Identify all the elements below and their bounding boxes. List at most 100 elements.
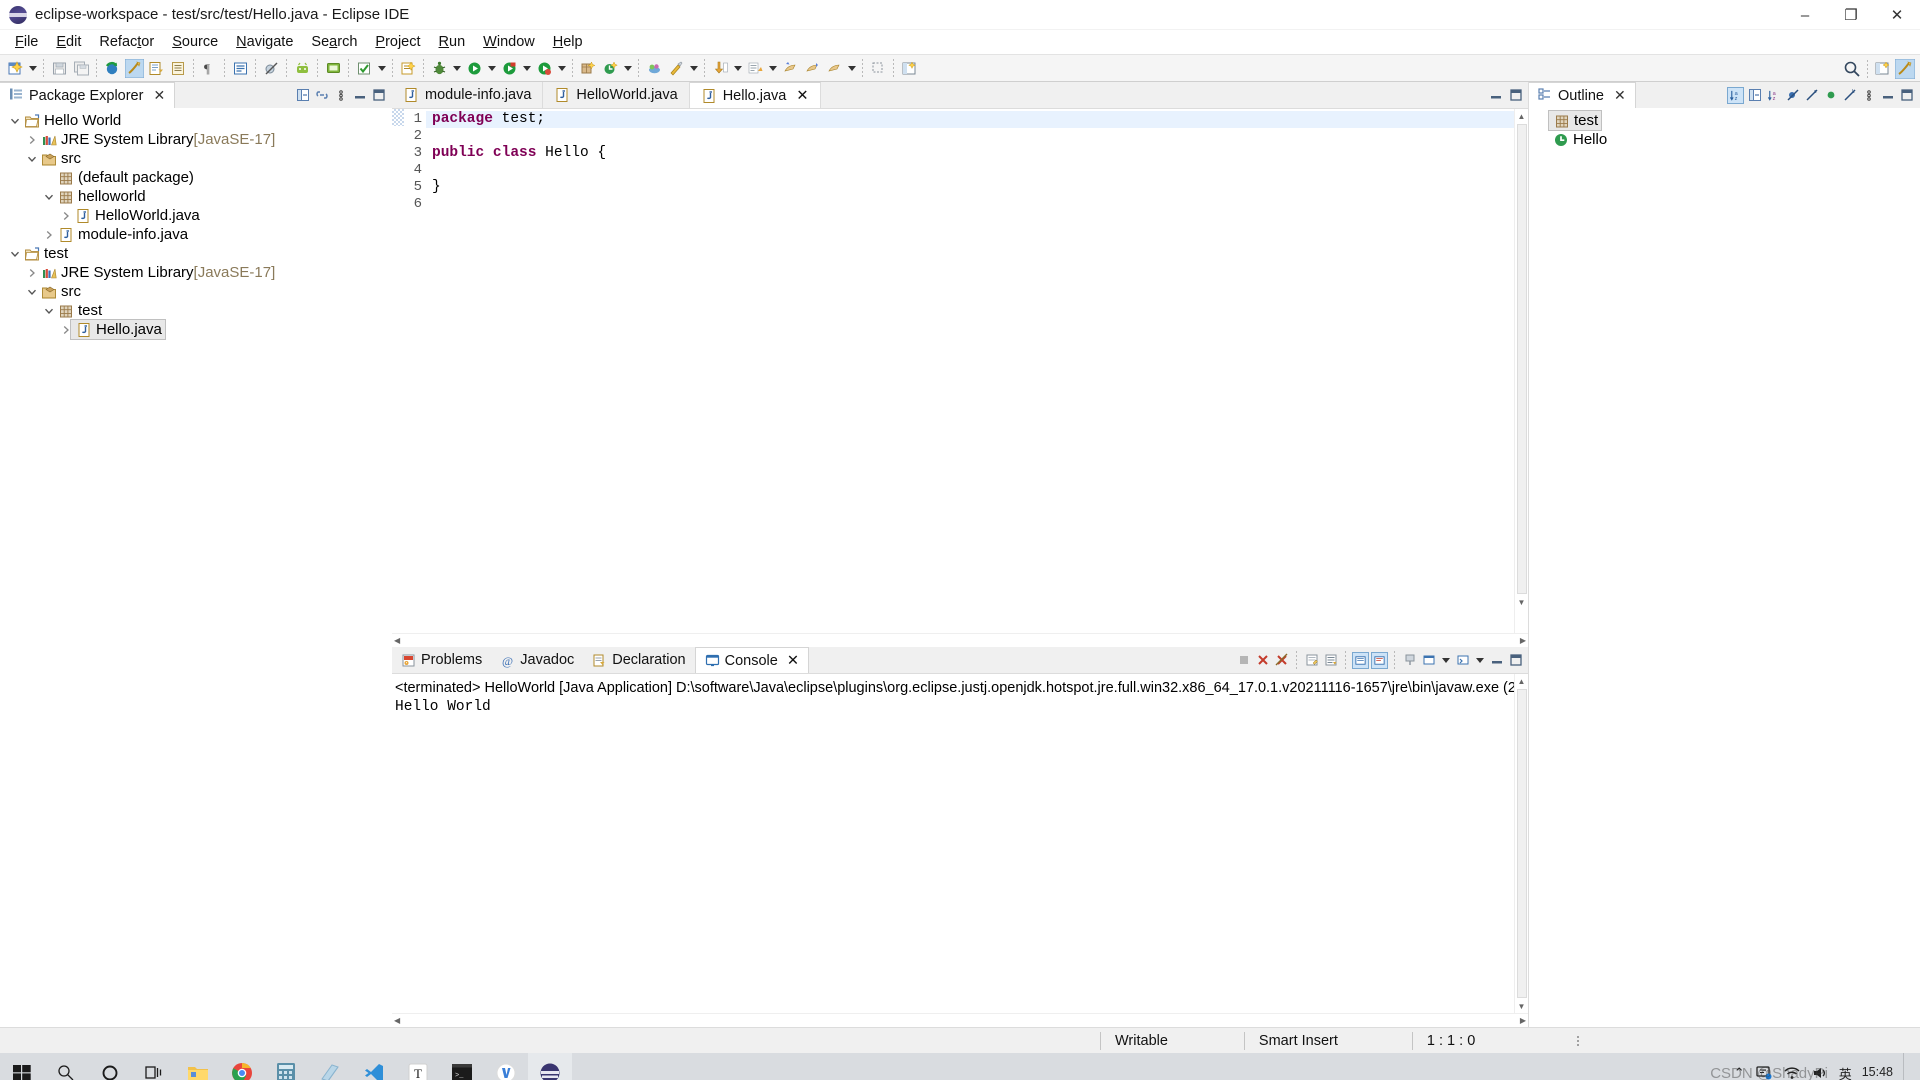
calculator-icon[interactable] (264, 1053, 308, 1080)
console-horizontal-scrollbar[interactable]: ◀ ▶ (392, 1013, 1528, 1027)
show-hidden-icons-icon[interactable]: ⌃ (1734, 1065, 1745, 1080)
scroll-lock-icon[interactable] (1322, 652, 1339, 669)
menu-file[interactable]: File (6, 32, 47, 52)
maximize-editor-icon[interactable] (1507, 87, 1524, 104)
cortana-circle-icon[interactable] (88, 1053, 132, 1080)
skip-breakpoints-icon[interactable] (260, 57, 282, 79)
back-icon[interactable] (823, 57, 845, 79)
close-icon[interactable]: ✕ (153, 87, 165, 104)
java-perspective-icon[interactable] (123, 57, 145, 79)
wifi-icon[interactable] (1783, 1065, 1801, 1080)
open-perspective-right-icon[interactable] (1872, 58, 1894, 80)
tree-item-jre-system-library[interactable]: JRE System Library [JavaSE-17] (0, 130, 392, 149)
terminate-icon[interactable] (1235, 652, 1252, 669)
close-icon[interactable]: ✕ (1614, 87, 1626, 104)
hide-nonpublic-icon[interactable] (1822, 87, 1839, 104)
chrome-icon[interactable] (220, 1053, 264, 1080)
bottom-tab-console[interactable]: Console✕ (695, 647, 809, 673)
remove-launch-icon[interactable] (1254, 652, 1271, 669)
chevron-down-icon[interactable] (8, 111, 22, 130)
selected-outline-node[interactable]: test (1548, 110, 1602, 131)
bottom-tab-javadoc[interactable]: @Javadoc (491, 647, 583, 673)
menu-search[interactable]: Search (302, 32, 366, 52)
clear-console-icon[interactable] (1303, 652, 1320, 669)
tree-node-content[interactable]: (default package) (56, 168, 194, 187)
clock[interactable]: 15:48 (1862, 1066, 1893, 1079)
outline-node-content[interactable]: Hello (1551, 130, 1607, 149)
volume-icon[interactable] (1811, 1065, 1829, 1080)
collapse-all-icon[interactable] (294, 87, 311, 104)
previous-annotation-dropdown[interactable] (766, 57, 779, 79)
typora-t-icon[interactable]: T (396, 1053, 440, 1080)
open-console-icon[interactable] (1454, 652, 1471, 669)
tree-node-content[interactable]: test (22, 244, 68, 263)
chevron-down-icon[interactable] (25, 149, 39, 168)
bottom-tab-problems[interactable]: Problems (392, 647, 491, 673)
code-line[interactable]: package test; (426, 111, 1514, 128)
run-last-tool-dropdown[interactable] (375, 57, 388, 79)
ime-indicator[interactable]: 英 (1839, 1064, 1852, 1080)
forward-icon[interactable] (801, 57, 823, 79)
hide-local-types-icon[interactable]: L (1841, 87, 1858, 104)
task-view-button[interactable] (132, 1053, 176, 1080)
android-sdk-icon[interactable] (291, 57, 313, 79)
new-class-dropdown[interactable] (621, 57, 634, 79)
view-menu-icon[interactable] (1860, 87, 1877, 104)
console-scroll-thumb[interactable] (1517, 689, 1527, 998)
code-line[interactable] (426, 196, 1514, 213)
menu-navigate[interactable]: Navigate (227, 32, 302, 52)
back-dropdown[interactable] (845, 57, 858, 79)
new-wizard-icon[interactable] (4, 57, 26, 79)
editor-marker-gutter[interactable] (392, 109, 404, 633)
editor-tab-module-info-java[interactable]: module-info.java (392, 82, 543, 108)
toggle-block-comment-icon[interactable] (229, 57, 251, 79)
scroll-up-arrow[interactable]: ▲ (1515, 109, 1529, 123)
minimize-button[interactable]: – (1782, 0, 1828, 30)
maximize-button[interactable]: ❐ (1828, 0, 1874, 30)
avd-manager-icon[interactable] (322, 57, 344, 79)
scroll-down-arrow[interactable]: ▼ (1515, 595, 1529, 609)
bottom-tab-declaration[interactable]: Declaration (583, 647, 694, 673)
console-scroll-left-arrow[interactable]: ◀ (394, 1016, 400, 1025)
outline-item-hello[interactable]: Hello (1529, 130, 1920, 149)
run-as-icon[interactable] (498, 57, 520, 79)
tree-item-helloworld[interactable]: helloworld (0, 187, 392, 206)
open-perspective-icon[interactable] (898, 57, 920, 79)
code-line[interactable] (426, 128, 1514, 145)
tree-item-helloworld-java[interactable]: HelloWorld.java (0, 206, 392, 225)
editor-vertical-scrollbar[interactable]: ▲ ▼ (1514, 109, 1528, 633)
console-scroll-down-arrow[interactable]: ▼ (1515, 999, 1529, 1013)
editor-scroll-thumb[interactable] (1517, 124, 1527, 594)
tree-item-module-info-java[interactable]: module-info.java (0, 225, 392, 244)
tree-item-test[interactable]: test (0, 244, 392, 263)
open-task-icon[interactable] (167, 57, 189, 79)
new-class-icon[interactable] (599, 57, 621, 79)
maximize-view-icon[interactable] (370, 87, 387, 104)
menu-refactor[interactable]: Refactor (90, 32, 163, 52)
minimize-editor-icon[interactable] (1487, 87, 1504, 104)
start-button[interactable] (0, 1053, 44, 1080)
tree-node-content[interactable]: src (39, 149, 81, 168)
selected-tree-node[interactable]: Hello.java (70, 319, 166, 340)
chevron-down-icon[interactable] (25, 282, 39, 301)
sort-members-icon[interactable]: az (1765, 87, 1782, 104)
status-menu-icon[interactable] (1569, 1032, 1586, 1049)
tree-item-test[interactable]: test (0, 301, 392, 320)
console-vertical-scrollbar[interactable]: ▲ ▼ (1514, 674, 1528, 1013)
pin-editor-icon[interactable] (867, 57, 889, 79)
console-scroll-right-arrow[interactable]: ▶ (1520, 1016, 1526, 1025)
wps-icon[interactable] (484, 1053, 528, 1080)
show-console-on-error-icon[interactable] (1371, 652, 1388, 669)
editor-tab-hello-java[interactable]: Hello.java✕ (690, 82, 821, 108)
display-selected-console-icon[interactable] (1420, 652, 1437, 669)
scroll-right-arrow[interactable]: ▶ (1520, 636, 1526, 645)
menu-source[interactable]: Source (163, 32, 227, 52)
code-line[interactable] (426, 162, 1514, 179)
external-tools-dropdown[interactable] (687, 57, 700, 79)
link-with-editor-icon[interactable] (313, 87, 330, 104)
new-java-project-icon[interactable] (397, 57, 419, 79)
save-all-icon[interactable] (70, 57, 92, 79)
show-console-on-output-icon[interactable] (1352, 652, 1369, 669)
tree-item-hello-world[interactable]: Hello World (0, 111, 392, 130)
run-icon[interactable] (463, 57, 485, 79)
